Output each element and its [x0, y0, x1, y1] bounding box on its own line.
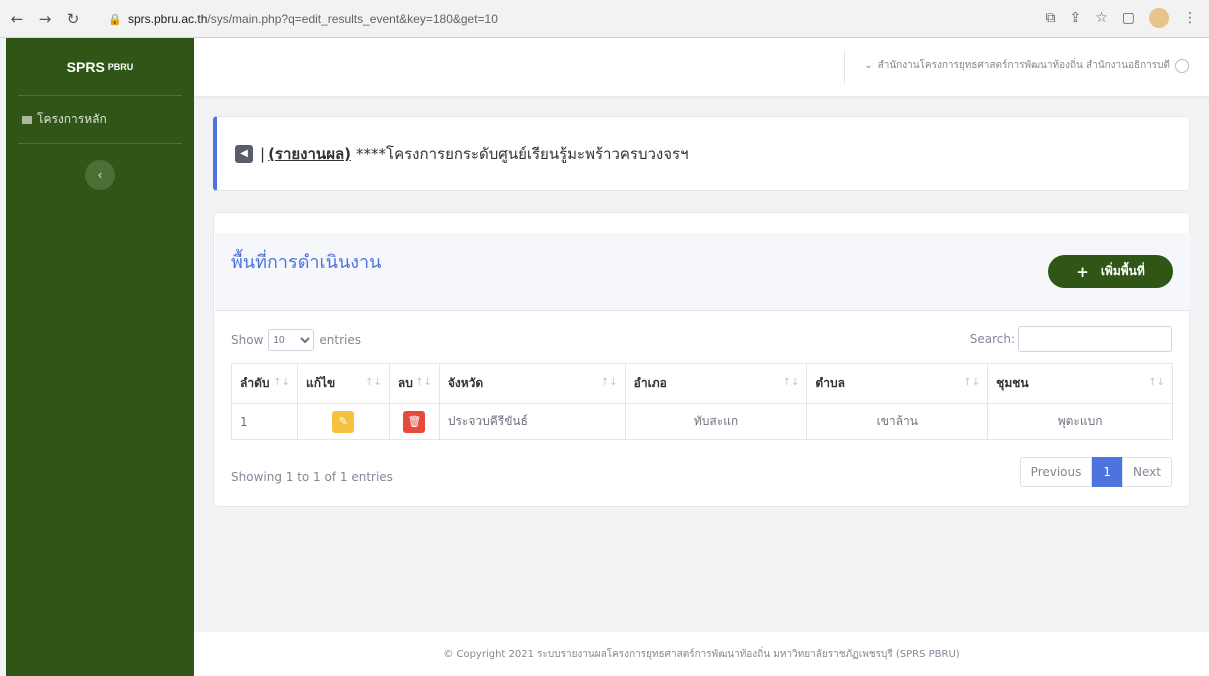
col-index-label: ลำดับ — [240, 376, 270, 390]
browser-tools: ⧉ ⇪ ☆ ▢ ⋮ — [1045, 8, 1197, 28]
topbar-divider — [844, 50, 845, 84]
area-heading: พื้นที่การดำเนินงาน — [231, 252, 382, 273]
col-province[interactable]: จังหวัด ↑↓ — [438, 363, 626, 404]
cell-district: ทับสะแก — [624, 403, 808, 440]
chevron-left-icon: ‹ — [97, 168, 103, 182]
copyright-text: © Copyright 2021 ระบบรายงานผลโครงการยุทธ… — [443, 648, 960, 660]
brand-sup: PBRU — [107, 61, 134, 72]
sort-icon: ↑↓ — [273, 377, 290, 388]
pencil-icon: ✎ — [338, 415, 349, 428]
sidebar-brand[interactable]: SPRS PBRU — [18, 38, 182, 96]
chevron-down-icon: ⌄ — [864, 60, 873, 71]
sort-icon: ↑↓ — [600, 377, 618, 388]
table-row: 1 ✎ 🗑 ประจวบคีรีขันธ์ ทับสะแก เขาล้าน พุ… — [231, 403, 1173, 440]
search-input[interactable] — [1018, 326, 1172, 352]
cell-delete: 🗑 — [388, 403, 440, 440]
sidebar-toggle-button[interactable]: ‹ — [85, 160, 115, 190]
sidebar-panel-icon[interactable]: ▢ — [1122, 10, 1135, 26]
star-icon[interactable]: ☆ — [1095, 10, 1108, 26]
search-label: Search: — [969, 332, 1015, 346]
previous-page-button[interactable]: Previous — [1019, 457, 1093, 487]
share-icon[interactable]: ⇪ — [1069, 10, 1081, 26]
area-card: พื้นที่การดำเนินงาน + เพิ่มพื้นที่ Show … — [213, 212, 1190, 507]
col-subdistrict[interactable]: ตำบล ↑↓ — [806, 363, 989, 404]
entries-length: Show 10 entries — [231, 329, 361, 351]
brand-text: SPRS — [66, 58, 105, 75]
col-community-label: ชุมชน — [996, 376, 1029, 390]
edit-button[interactable]: ✎ — [332, 410, 355, 433]
back-button[interactable]: ◀ — [235, 144, 253, 163]
reload-icon[interactable]: ↻ — [66, 10, 80, 28]
col-subdistrict-label: ตำบล — [815, 376, 845, 390]
browser-toolbar: ← → ↻ 🔒 sprs.pbru.ac.th /sys/main.php?q=… — [0, 0, 1209, 38]
page-1-button[interactable]: 1 — [1092, 457, 1123, 487]
col-district[interactable]: อำเภอ ↑↓ — [624, 363, 808, 404]
cell-subdistrict: เขาล้าน — [806, 403, 989, 440]
browser-nav: ← → ↻ — [0, 10, 80, 28]
col-edit[interactable]: แก้ไข ↑↓ — [296, 363, 390, 404]
sidebar-item-label: โครงการหลัก — [37, 112, 107, 126]
user-name: สำนักงานโครงการยุทธศาสตร์การพัฒนาท้องถิ่… — [877, 60, 1170, 71]
trash-icon: 🗑 — [407, 415, 422, 428]
topbar: ⌄ สำนักงานโครงการยุทธศาสตร์การพัฒนาท้องถ… — [194, 38, 1209, 96]
entries-label: entries — [319, 333, 361, 347]
project-title: ****โครงการยกระดับศูนย์เรียนรู้มะพร้าวคร… — [356, 144, 689, 163]
sort-icon: ↑↓ — [782, 377, 800, 388]
col-community[interactable]: ชุมชน ↑↓ — [987, 363, 1173, 404]
delete-button[interactable]: 🗑 — [403, 410, 426, 433]
address-bar[interactable]: 🔒 sprs.pbru.ac.th /sys/main.php?q=edit_r… — [108, 6, 1198, 32]
user-dropdown[interactable]: ⌄ สำนักงานโครงการยุทธศาสตร์การพัฒนาท้องถ… — [864, 58, 1189, 73]
translate-icon[interactable]: ⧉ — [1045, 10, 1055, 26]
title-separator: | — [260, 144, 266, 163]
col-index[interactable]: ลำดับ ↑↓ — [231, 363, 298, 404]
add-area-label: เพิ่มพื้นที่ — [1100, 264, 1145, 278]
sidebar: SPRS PBRU โครงการหลัก ‹ — [6, 38, 194, 676]
sort-icon: ↑↓ — [1148, 377, 1165, 388]
book-icon — [22, 115, 32, 124]
sidebar-item-main-projects[interactable]: โครงการหลัก — [18, 96, 182, 144]
show-label: Show — [231, 333, 264, 347]
cell-index: 1 — [231, 403, 298, 440]
lock-icon: 🔒 — [108, 13, 122, 26]
next-page-button[interactable]: Next — [1122, 457, 1172, 487]
table-header-row: ลำดับ ↑↓ แก้ไข ↑↓ ลบ ↑↓ จังหวัด ↑↓ อำเภอ ↑↓ ต… — [231, 363, 1173, 404]
area-table: ลำดับ ↑↓ แก้ไข ↑↓ ลบ ↑↓ จังหวัด ↑↓ อำเภอ ↑↓ ต… — [231, 363, 1173, 440]
pagination: Previous 1 Next — [1019, 457, 1172, 487]
col-edit-label: แก้ไข — [305, 376, 336, 390]
add-area-button[interactable]: + เพิ่มพื้นที่ — [1048, 255, 1173, 288]
col-delete[interactable]: ลบ ↑↓ — [388, 363, 440, 404]
user-icon — [1175, 58, 1189, 73]
col-province-label: จังหวัด — [447, 376, 484, 390]
back-icon[interactable]: ← — [10, 10, 24, 28]
url-host: sprs.pbru.ac.th — [128, 12, 208, 26]
cell-community: พุตะแบก — [987, 403, 1173, 440]
plus-icon: + — [1076, 262, 1089, 281]
col-district-label: อำเภอ — [633, 376, 667, 390]
url-path: /sys/main.php?q=edit_results_event&key=1… — [207, 12, 498, 26]
col-delete-label: ลบ — [397, 376, 413, 390]
project-title-card: ◀ | (รายงานผล) ****โครงการยกระดับศูนย์เร… — [213, 116, 1190, 191]
cell-edit: ✎ — [296, 403, 390, 440]
cell-province: ประจวบคีรีขันธ์ — [438, 403, 626, 440]
sort-icon: ↑↓ — [365, 377, 382, 388]
entries-select[interactable]: 10 — [268, 329, 315, 351]
report-link[interactable]: (รายงานผล) — [268, 142, 351, 166]
menu-dots-icon[interactable]: ⋮ — [1183, 10, 1197, 26]
sort-icon: ↑↓ — [963, 377, 981, 388]
forward-icon[interactable]: → — [38, 10, 52, 28]
profile-avatar[interactable] — [1149, 8, 1169, 28]
area-card-header: พื้นที่การดำเนินงาน + เพิ่มพื้นที่ — [215, 233, 1190, 311]
footer: © Copyright 2021 ระบบรายงานผลโครงการยุทธ… — [194, 632, 1209, 676]
table-search: Search: — [970, 326, 1172, 352]
sort-icon: ↑↓ — [415, 377, 432, 388]
table-info: Showing 1 to 1 of 1 entries — [231, 470, 393, 484]
